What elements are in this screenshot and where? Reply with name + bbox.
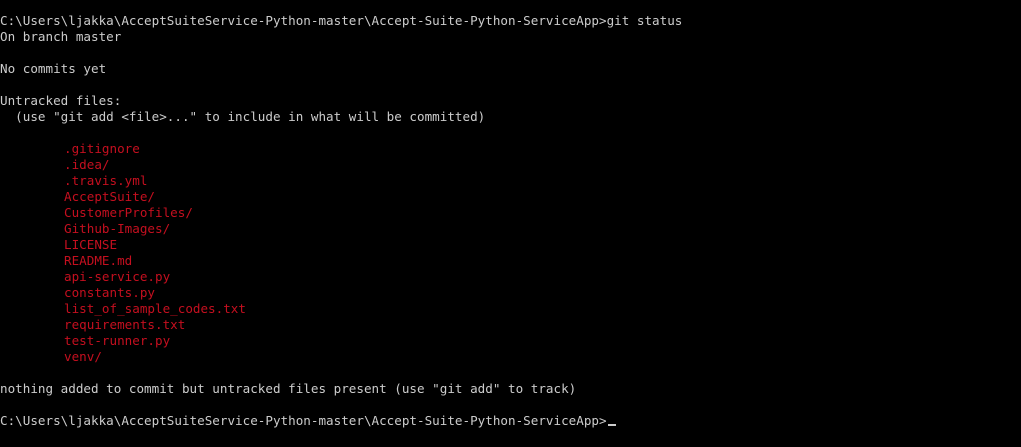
untracked-file: README.md	[64, 253, 133, 268]
untracked-file: test-runner.py	[64, 333, 171, 348]
prompt-text: C:\Users\ljakka\AcceptSuiteService-Pytho…	[0, 413, 607, 428]
untracked-file: LICENSE	[64, 237, 118, 252]
branch-line: On branch master	[0, 29, 122, 44]
untracked-file: api-service.py	[64, 269, 171, 284]
untracked-file: .gitignore	[64, 141, 140, 156]
untracked-file: venv/	[64, 349, 102, 364]
untracked-file: list_of_sample_codes.txt	[64, 301, 246, 316]
untracked-header: Untracked files:	[0, 93, 122, 108]
untracked-file: CustomerProfiles/	[64, 205, 193, 220]
untracked-file: Github-Images/	[64, 221, 171, 236]
terminal-window[interactable]: C:\Users\ljakka\AcceptSuiteService-Pytho…	[0, 0, 1021, 447]
text-cursor	[607, 424, 616, 426]
no-commits-line: No commits yet	[0, 61, 107, 76]
hint-line: (use "git add <file>..." to include in w…	[0, 109, 486, 124]
untracked-file: AcceptSuite/	[64, 189, 155, 204]
command-line: C:\Users\ljakka\AcceptSuiteService-Pytho…	[0, 13, 683, 28]
scrollbar[interactable]	[1004, 0, 1021, 447]
prompt-line[interactable]: C:\Users\ljakka\AcceptSuiteService-Pytho…	[0, 413, 616, 429]
summary-line: nothing added to commit but untracked fi…	[0, 381, 577, 396]
untracked-file: .idea/	[64, 157, 110, 172]
untracked-file: .travis.yml	[64, 173, 148, 188]
untracked-file: constants.py	[64, 285, 155, 300]
untracked-file: requirements.txt	[64, 317, 186, 332]
